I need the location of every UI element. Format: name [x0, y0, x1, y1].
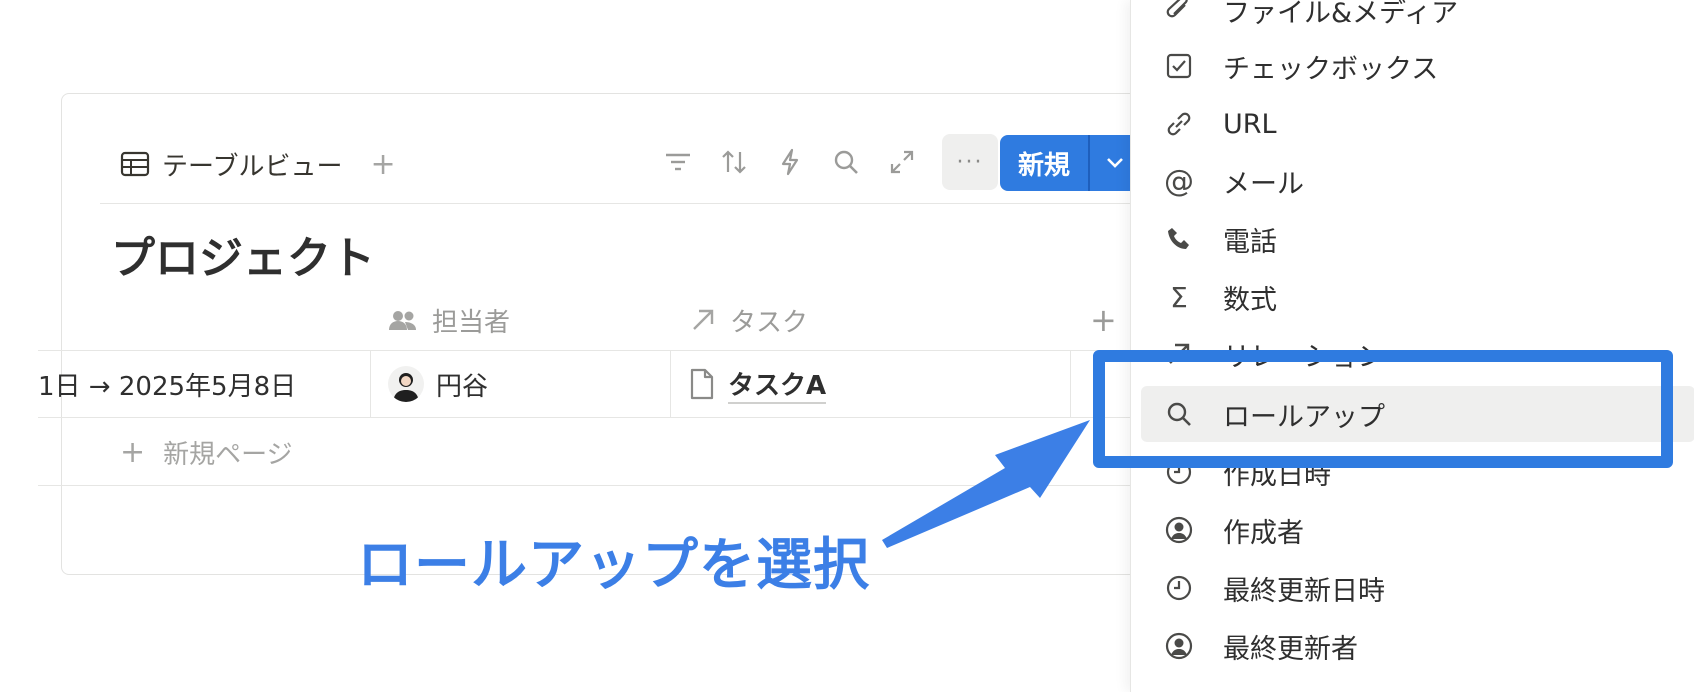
sigma-icon: Σ — [1170, 280, 1188, 314]
menu-item-file-media[interactable]: ファイル&メディア — [1161, 0, 1458, 34]
at-icon: @ — [1164, 163, 1194, 199]
paperclip-icon — [1161, 0, 1197, 28]
menu-item-label: ファイル&メディア — [1223, 0, 1459, 29]
menu-item-label: URL — [1223, 108, 1277, 140]
menu-item-last-edited-time[interactable]: 最終更新日時 — [1161, 564, 1385, 612]
annotation-highlight-box — [1093, 350, 1673, 468]
menu-item-phone[interactable]: 電話 — [1161, 215, 1277, 263]
menu-item-label: 電話 — [1223, 226, 1277, 258]
clock-icon — [1161, 570, 1197, 606]
menu-item-label: 最終更新者 — [1223, 633, 1358, 665]
property-type-menu: ファイル&メディア チェックボックス URL @ メール 電話 Σ 数式 リレー… — [1130, 0, 1694, 692]
checkbox-icon — [1161, 48, 1197, 84]
menu-item-label: 作成者 — [1223, 517, 1304, 549]
menu-item-checkbox[interactable]: チェックボックス — [1161, 42, 1438, 90]
menu-item-last-edited-by[interactable]: 最終更新者 — [1161, 622, 1358, 670]
menu-item-url[interactable]: URL — [1161, 100, 1277, 148]
menu-item-label: 数式 — [1223, 284, 1277, 316]
menu-item-label: チェックボックス — [1223, 53, 1439, 85]
user-circle-icon — [1161, 512, 1197, 548]
annotation-text: ロールアップを選択 — [357, 533, 870, 598]
menu-item-created-by[interactable]: 作成者 — [1161, 506, 1304, 554]
phone-icon — [1161, 221, 1197, 257]
link-icon — [1161, 106, 1197, 142]
menu-item-label: 最終更新日時 — [1223, 575, 1385, 607]
menu-item-email[interactable]: @ メール — [1161, 157, 1304, 205]
menu-item-formula[interactable]: Σ 数式 — [1161, 273, 1277, 321]
menu-item-label: メール — [1223, 168, 1304, 200]
user-circle-icon — [1161, 628, 1197, 664]
